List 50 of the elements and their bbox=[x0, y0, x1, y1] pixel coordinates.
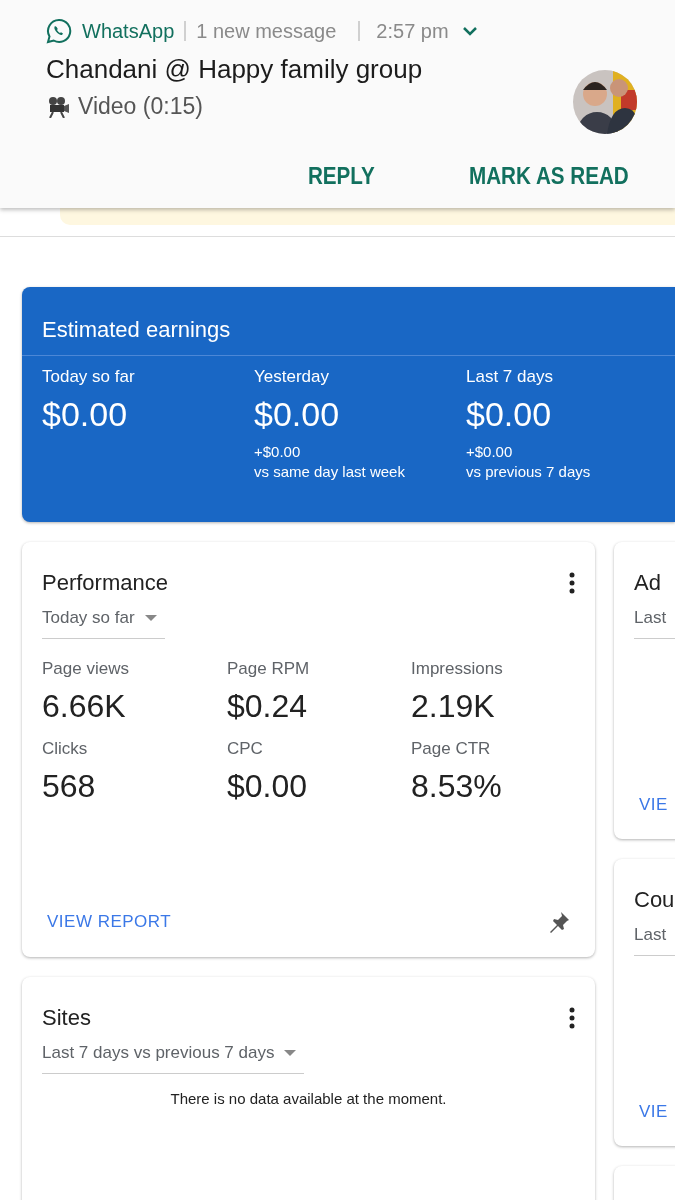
empty-message: There is no data available at the moment. bbox=[169, 1090, 448, 1107]
metric-label: CPC bbox=[227, 739, 264, 759]
metric-value: $0.24 bbox=[227, 688, 309, 725]
pin-icon[interactable] bbox=[548, 911, 570, 933]
earnings-value: $0.00 bbox=[466, 395, 553, 434]
change-value: +$0.00 bbox=[466, 442, 514, 462]
metric-value: 8.53% bbox=[411, 768, 503, 805]
change-value: +$0.00 bbox=[254, 442, 302, 462]
view-report-link[interactable]: VIE bbox=[639, 1102, 668, 1122]
card-title: Estimated earnings bbox=[22, 287, 675, 356]
period-label: Today so far bbox=[42, 367, 136, 387]
card-title: Performance bbox=[42, 570, 168, 596]
dropdown-caret-icon bbox=[284, 1050, 297, 1056]
comparison-label: vs previous 7 days bbox=[466, 462, 592, 482]
period-label: Last 7 days bbox=[466, 367, 554, 387]
dropdown-caret-icon bbox=[144, 615, 157, 621]
earnings-value: $0.00 bbox=[254, 395, 341, 434]
date-range-dropdown[interactable]: Last 7 days vs previous 7 days bbox=[42, 1043, 305, 1074]
whatsapp-icon bbox=[46, 18, 72, 44]
period-label: Yesterday bbox=[254, 367, 330, 387]
card-title: Ad bbox=[634, 570, 661, 596]
metric-value: 6.66K bbox=[42, 688, 127, 725]
metric-value: 2.19K bbox=[411, 688, 496, 725]
app-name: WhatsApp bbox=[82, 19, 175, 43]
date-range-dropdown[interactable]: Today so far bbox=[42, 608, 165, 639]
view-report-link[interactable]: VIEW REPORT bbox=[47, 912, 172, 932]
more-icon[interactable] bbox=[569, 1007, 575, 1029]
notification-action[interactable]: REPLY bbox=[308, 162, 376, 190]
date-range-dropdown[interactable]: Last bbox=[634, 925, 675, 956]
card-title: Sites bbox=[42, 1005, 91, 1031]
earnings-value: $0.00 bbox=[42, 395, 129, 434]
metric-label: Clicks bbox=[42, 739, 89, 759]
metric-label: Page views bbox=[42, 659, 130, 679]
movie-camera-icon bbox=[46, 95, 70, 118]
notification-title: Chandani @ Happy family group bbox=[46, 54, 423, 85]
message-summary: 1 new message bbox=[196, 19, 337, 43]
metric-label: Impressions bbox=[411, 659, 504, 679]
message-preview: Video (0:15) bbox=[78, 93, 203, 120]
metric-value: 568 bbox=[42, 768, 97, 805]
metric-label: Page RPM bbox=[227, 659, 311, 679]
more-icon[interactable] bbox=[569, 572, 575, 594]
view-report-link[interactable]: VIE bbox=[639, 795, 668, 815]
card-title: Cou bbox=[634, 887, 675, 913]
notification-time: 2:57 pm bbox=[376, 19, 449, 43]
chevron-down-icon[interactable] bbox=[462, 26, 477, 36]
date-range-dropdown[interactable]: Last bbox=[634, 608, 675, 639]
notification-action[interactable]: MARK AS READ bbox=[469, 162, 629, 190]
comparison-label: vs same day last week bbox=[254, 462, 406, 482]
metric-label: Page CTR bbox=[411, 739, 492, 759]
metric-value: $0.00 bbox=[227, 768, 309, 805]
